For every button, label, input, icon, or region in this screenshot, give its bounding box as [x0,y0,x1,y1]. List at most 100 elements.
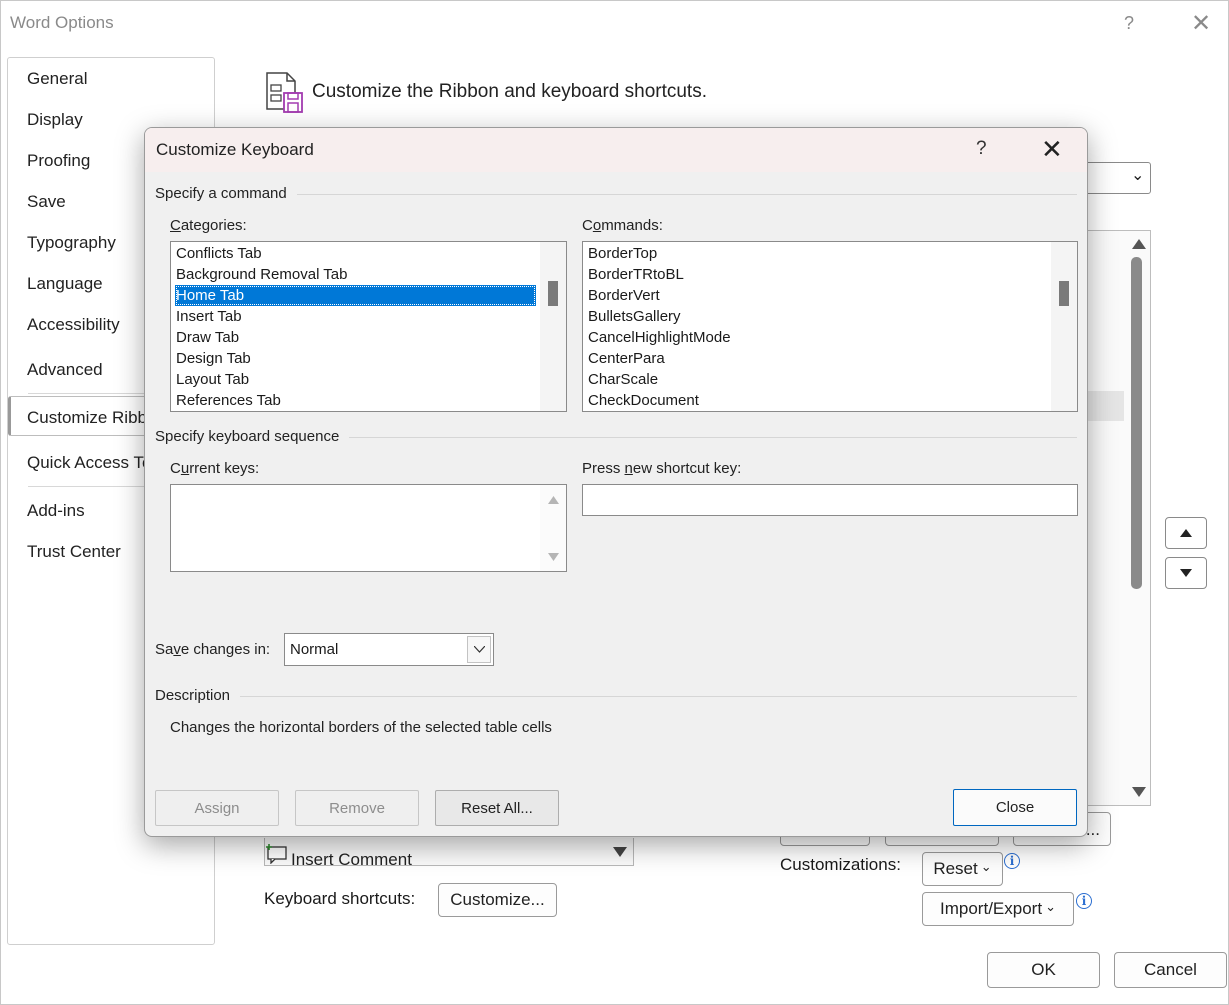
chevron-down-icon: ⌄ [980,859,992,874]
categories-accel: C [170,217,181,234]
list-item[interactable]: CheckDocument [587,390,1047,411]
page-title: Customize the Ribbon and keyboard shortc… [312,81,707,102]
reset-button[interactable]: Reset ⌄ [922,852,1003,886]
assign-button[interactable]: Assign [155,790,279,826]
categories-list[interactable]: Conflicts Tab Background Removal Tab Hom… [170,241,567,412]
tabs-dropdown[interactable]: ⌄ [1081,162,1151,194]
list-item[interactable]: Layout Tab [175,369,536,390]
move-up-button[interactable] [1165,517,1207,549]
customize-shortcuts-button[interactable]: Customize... [438,883,557,917]
list-item[interactable]: BorderTRtoBL [587,264,1047,285]
scroll-up-icon[interactable] [548,496,559,504]
description-text: Changes the horizontal borders of the se… [170,719,552,736]
nav-item-quick-access-toolbar[interactable]: Quick Access To [27,453,151,473]
scrollbar-thumb[interactable] [548,281,558,306]
current-keys-list[interactable] [170,484,567,572]
group-divider [349,437,1077,438]
list-item[interactable]: Background Removal Tab [175,264,536,285]
reset-label: Reset [933,859,978,878]
current-keys-c: C [170,460,181,477]
new-shortcut-label-a: Press [582,460,625,477]
nav-item-display[interactable]: Display [27,110,83,130]
save-changes-select[interactable]: Normal [284,633,494,666]
move-down-button[interactable] [1165,557,1207,589]
customizations-label: Customizations: [780,855,901,874]
close-window-button[interactable]: ✕ [1191,9,1211,38]
list-item[interactable]: References Tab [175,390,536,411]
nav-item-add-ins[interactable]: Add-ins [27,501,85,521]
nav-item-general[interactable]: General [27,69,87,89]
categories-scrollbar[interactable] [540,242,566,411]
save-changes-label: Save changes in: [155,641,270,658]
remove-label: Remove [329,799,385,817]
import-export-label: Import/Export [940,899,1043,918]
chevron-down-icon: ⌄ [1131,167,1145,184]
nav-item-customize-ribbon[interactable]: Customize Ribb [27,408,147,428]
list-item[interactable]: Design Tab [175,348,536,369]
arrow-down-icon [1180,569,1192,577]
list-item[interactable]: BorderTop [587,243,1047,264]
group-divider [297,194,1077,195]
reset-all-button[interactable]: Reset All... [435,790,559,826]
scrollbar-thumb[interactable] [1131,257,1142,589]
specify-sequence-group-label: Specify keyboard sequence [155,428,340,445]
keyboard-shortcuts-label: Keyboard shortcuts: [264,889,416,908]
dialog-help-button[interactable]: ? [976,138,987,160]
list-item-selected[interactable]: Home Tab [175,285,536,306]
current-keys-label: Current keys: [170,460,259,477]
info-icon[interactable]: i [1004,853,1020,869]
dropdown-arrow-icon [613,847,627,857]
nav-item-language[interactable]: Language [27,274,103,294]
ok-button[interactable]: OK [987,952,1100,988]
specify-command-group-label: Specify a command [155,185,287,202]
import-export-button[interactable]: Import/Export ⌄ [922,892,1074,926]
ok-label: OK [1031,960,1056,979]
list-item[interactable]: CharScale [587,369,1047,390]
list-item[interactable]: Draw Tab [175,327,536,348]
dialog-close-text-button[interactable]: Close [953,789,1077,826]
nav-item-trust-center[interactable]: Trust Center [27,542,121,562]
group-divider [240,696,1077,697]
commands-scrollbar[interactable] [1051,242,1077,411]
insert-comment-icon [266,844,287,864]
scroll-up-icon[interactable] [1132,239,1146,249]
save-changes-a: Sa [155,641,174,658]
new-shortcut-input[interactable] [582,484,1078,516]
customize-keyboard-dialog: Customize Keyboard ? ✕ Specify a command… [144,127,1088,837]
scrollbar-thumb[interactable] [1059,281,1069,306]
nav-item-advanced[interactable]: Advanced [27,360,103,380]
reset-all-label: Reset All... [461,799,533,817]
nav-item-save[interactable]: Save [27,192,66,212]
nav-item-typography[interactable]: Typography [27,233,116,253]
current-keys-accel: u [180,460,190,477]
info-icon[interactable]: i [1076,893,1092,909]
commands-list[interactable]: BorderTop BorderTRtoBL BorderVert Bullet… [582,241,1078,412]
dialog-titlebar: Customize Keyboard ? ✕ [145,128,1087,172]
remove-button[interactable]: Remove [295,790,419,826]
current-keys-scrollbar[interactable] [540,485,566,571]
save-changes-value: Normal [290,641,339,658]
insert-comment-label: Insert Comment [291,850,412,869]
arrow-up-icon [1180,529,1192,537]
dropdown-button[interactable] [467,636,491,663]
nav-item-proofing[interactable]: Proofing [27,151,90,171]
help-button[interactable]: ? [1124,13,1134,34]
list-item[interactable]: CancelHighlightMode [587,327,1047,348]
list-item[interactable]: BulletsGallery [587,306,1047,327]
list-item[interactable]: Conflicts Tab [175,243,536,264]
chevron-down-icon [473,646,485,653]
scroll-down-icon[interactable] [548,553,559,561]
list-item[interactable]: BorderVert [587,285,1047,306]
cancel-button[interactable]: Cancel [1114,952,1227,988]
scroll-down-icon[interactable] [1132,787,1146,797]
close-label: Close [995,799,1035,816]
save-changes-b: e changes in: [180,641,271,658]
list-item[interactable]: Insert Tab [175,306,536,327]
nav-item-accessibility[interactable]: Accessibility [27,315,120,335]
commands-label: Commands: [582,217,663,234]
dialog-close-button[interactable]: ✕ [1041,134,1063,165]
customize-ribbon-icon [266,72,303,113]
customize-shortcuts-label: Customize... [450,890,545,909]
save-changes-accel: v [173,641,181,658]
list-item[interactable]: CenterPara [587,348,1047,369]
